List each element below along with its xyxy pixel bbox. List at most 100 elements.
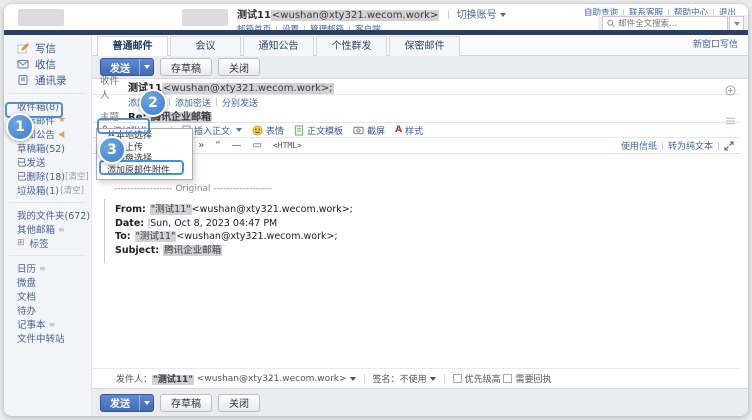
send-options-arrow[interactable] <box>139 59 153 75</box>
close-button-bottom[interactable]: 关闭 <box>218 394 260 412</box>
tab-notice[interactable]: 通知公告 <box>243 36 314 56</box>
switch-account-link[interactable]: 切换账号 <box>457 10 497 21</box>
contacts-label: 通讯录 <box>35 73 67 88</box>
sidebar-item-other-mailboxes[interactable]: 其他邮箱≡ <box>4 222 91 236</box>
pencil-icon <box>17 42 29 54</box>
indent-icon[interactable]: » <box>198 139 204 153</box>
bottom-action-bar: 发送 存草稿 关闭 <box>92 388 748 416</box>
expand-icon[interactable] <box>724 141 734 151</box>
message-body-editor[interactable]: ------------------ Original ------------… <box>92 154 740 368</box>
expand-icon[interactable]: ⊞ <box>17 238 25 248</box>
compose-tabbar: 普通邮件 会议 通知公告 个性群发 保密邮件 新窗口写信 <box>92 35 748 56</box>
secondary-logo <box>182 9 228 26</box>
body-template-button[interactable]: 正文模板 <box>294 124 343 137</box>
star-icon: ★ <box>58 115 66 125</box>
blockquote-icon[interactable]: “ <box>215 139 220 153</box>
recipient-row[interactable]: 收件人 测试11<wushan@xty321.wecom.work>; <box>92 79 740 95</box>
sidebar-item-sent[interactable]: 已发送 <box>4 155 91 169</box>
mail-app-window: 测试11<wushan@xty321.wecom.work> 切换账号 邮箱首页… <box>4 4 748 416</box>
save-draft-button-bottom[interactable]: 存草稿 <box>160 394 212 412</box>
receive-button[interactable]: 收信 <box>4 56 91 72</box>
manage-icon: ≡ <box>58 225 65 234</box>
quote-subject-row: Subject:腾讯企业邮箱 <box>115 244 740 258</box>
quote-headers: From:"测试11"<wushan@xty321.wecom.work>; D… <box>104 199 740 263</box>
compose-label: 写信 <box>35 41 56 56</box>
sidebar-item-todo[interactable]: 待办 <box>4 303 91 317</box>
quote-divider: ------------------ Original ------------… <box>102 184 740 194</box>
top-action-bar: 发送 存草稿 关闭 <box>92 56 748 79</box>
style-button[interactable]: A 样式 <box>395 124 423 137</box>
new-window-compose-link[interactable]: 新窗口写信 <box>693 35 738 56</box>
smiley-icon <box>252 125 263 136</box>
html-mode-button[interactable]: <HTML> <box>273 139 302 153</box>
code-block-icon[interactable]: ▭ <box>253 139 262 153</box>
sidebar-item-spam[interactable]: 垃圾箱(1)[清空] <box>4 183 91 197</box>
chevron-down-icon <box>500 13 506 17</box>
sidebar-item-notes[interactable]: 记事本≡ <box>4 317 91 331</box>
menu-item-original-attachments[interactable]: 添加原邮件附件 <box>97 166 192 178</box>
tab-normal-mail[interactable]: 普通邮件 <box>97 36 168 57</box>
compose-main: 普通邮件 会议 通知公告 个性群发 保密邮件 新窗口写信 发送 存草稿 关闭 收… <box>92 35 748 416</box>
send-separately-link[interactable]: 分别发送 <box>222 96 258 109</box>
priority-option[interactable]: 优先级高 <box>453 372 501 385</box>
send-options-arrow[interactable] <box>139 395 153 411</box>
signature-select-arrow[interactable] <box>430 377 436 381</box>
receipt-checkbox[interactable] <box>503 374 512 383</box>
brand-logo <box>18 9 64 26</box>
contacts-button[interactable]: 通讯录 <box>4 72 91 88</box>
add-bcc-link[interactable]: 添加密送 <box>175 96 211 109</box>
search-options-button[interactable] <box>729 16 744 31</box>
sender-select-arrow[interactable] <box>350 377 356 381</box>
step2-badge: 2 <box>139 89 167 117</box>
signature-value: 不使用 <box>400 372 427 385</box>
chevron-down-icon <box>236 128 242 132</box>
sidebar-item-drafts[interactable]: 草稿箱(52) <box>4 141 91 155</box>
chevron-down-icon <box>734 22 740 26</box>
save-draft-button[interactable]: 存草稿 <box>160 58 212 76</box>
sidebar-item-calendar[interactable]: 日历≡ <box>4 261 91 275</box>
empty-spam-link[interactable]: [清空] <box>60 184 84 196</box>
search-box[interactable] <box>602 16 728 31</box>
address-book-icon <box>17 74 29 86</box>
inbox-envelope-icon <box>17 58 29 70</box>
sidebar-item-wedrive[interactable]: 微盘 <box>4 275 91 289</box>
divider <box>9 255 86 256</box>
screenshot-button[interactable]: 截屏 <box>353 124 385 137</box>
sidebar-item-my-folders[interactable]: 我的文件夹(672)≡ <box>4 208 91 222</box>
compose-button[interactable]: 写信 <box>4 40 91 56</box>
sidebar-item-file-transfer[interactable]: 文件中转站 <box>4 331 91 345</box>
priority-checkbox[interactable] <box>453 374 462 383</box>
app-header: 测试11<wushan@xty321.wecom.work> 切换账号 邮箱首页… <box>4 4 748 30</box>
receipt-option[interactable]: 需要回执 <box>503 372 551 385</box>
divider <box>9 202 86 203</box>
account-email: <wushan@xty321.wecom.work> <box>271 10 439 21</box>
tab-personalized-bulk[interactable]: 个性群发 <box>316 36 387 56</box>
quote-to-row: To:"测试11"<wushan@xty321.wecom.work>; <box>115 230 740 244</box>
template-icon <box>294 125 304 136</box>
search-input[interactable] <box>618 19 723 29</box>
send-button-bottom[interactable]: 发送 <box>100 394 154 412</box>
subject-row[interactable]: 主题 Re: 腾讯企业邮箱 <box>92 109 740 123</box>
stationery-link[interactable]: 使用信纸 <box>621 139 657 152</box>
sidebar-item-tags[interactable]: ⊞标签 <box>4 236 91 250</box>
manage-icon: ≡ <box>49 320 56 329</box>
plain-text-link[interactable]: 转为纯文本 <box>668 139 713 152</box>
letter-a-icon: A <box>395 125 402 135</box>
tab-meeting[interactable]: 会议 <box>170 36 241 56</box>
quoted-message: ------------------ Original ------------… <box>102 184 740 263</box>
tab-confidential-mail[interactable]: 保密邮件 <box>389 36 460 56</box>
emoji-button[interactable]: 表情 <box>252 124 284 137</box>
step1-badge: 1 <box>6 113 34 141</box>
search-icon <box>607 19 615 28</box>
receive-label: 收信 <box>35 57 56 72</box>
close-button[interactable]: 关闭 <box>218 58 260 76</box>
sidebar-item-inbox[interactable]: 收件箱(8) <box>4 99 91 113</box>
sender-label: 发件人： <box>116 372 152 385</box>
sidebar-item-docs[interactable]: 文档 <box>4 289 91 303</box>
cc-links-row: 添加抄送添加密送分别发送 <box>92 95 740 109</box>
empty-deleted-link[interactable]: [清空] <box>65 170 89 182</box>
manage-icon: ≡ <box>39 264 46 273</box>
step3-badge: 3 <box>98 136 126 164</box>
horizontal-rule-icon[interactable]: — <box>232 139 242 153</box>
sidebar-item-deleted[interactable]: 已删除(18)[清空] <box>4 169 91 183</box>
